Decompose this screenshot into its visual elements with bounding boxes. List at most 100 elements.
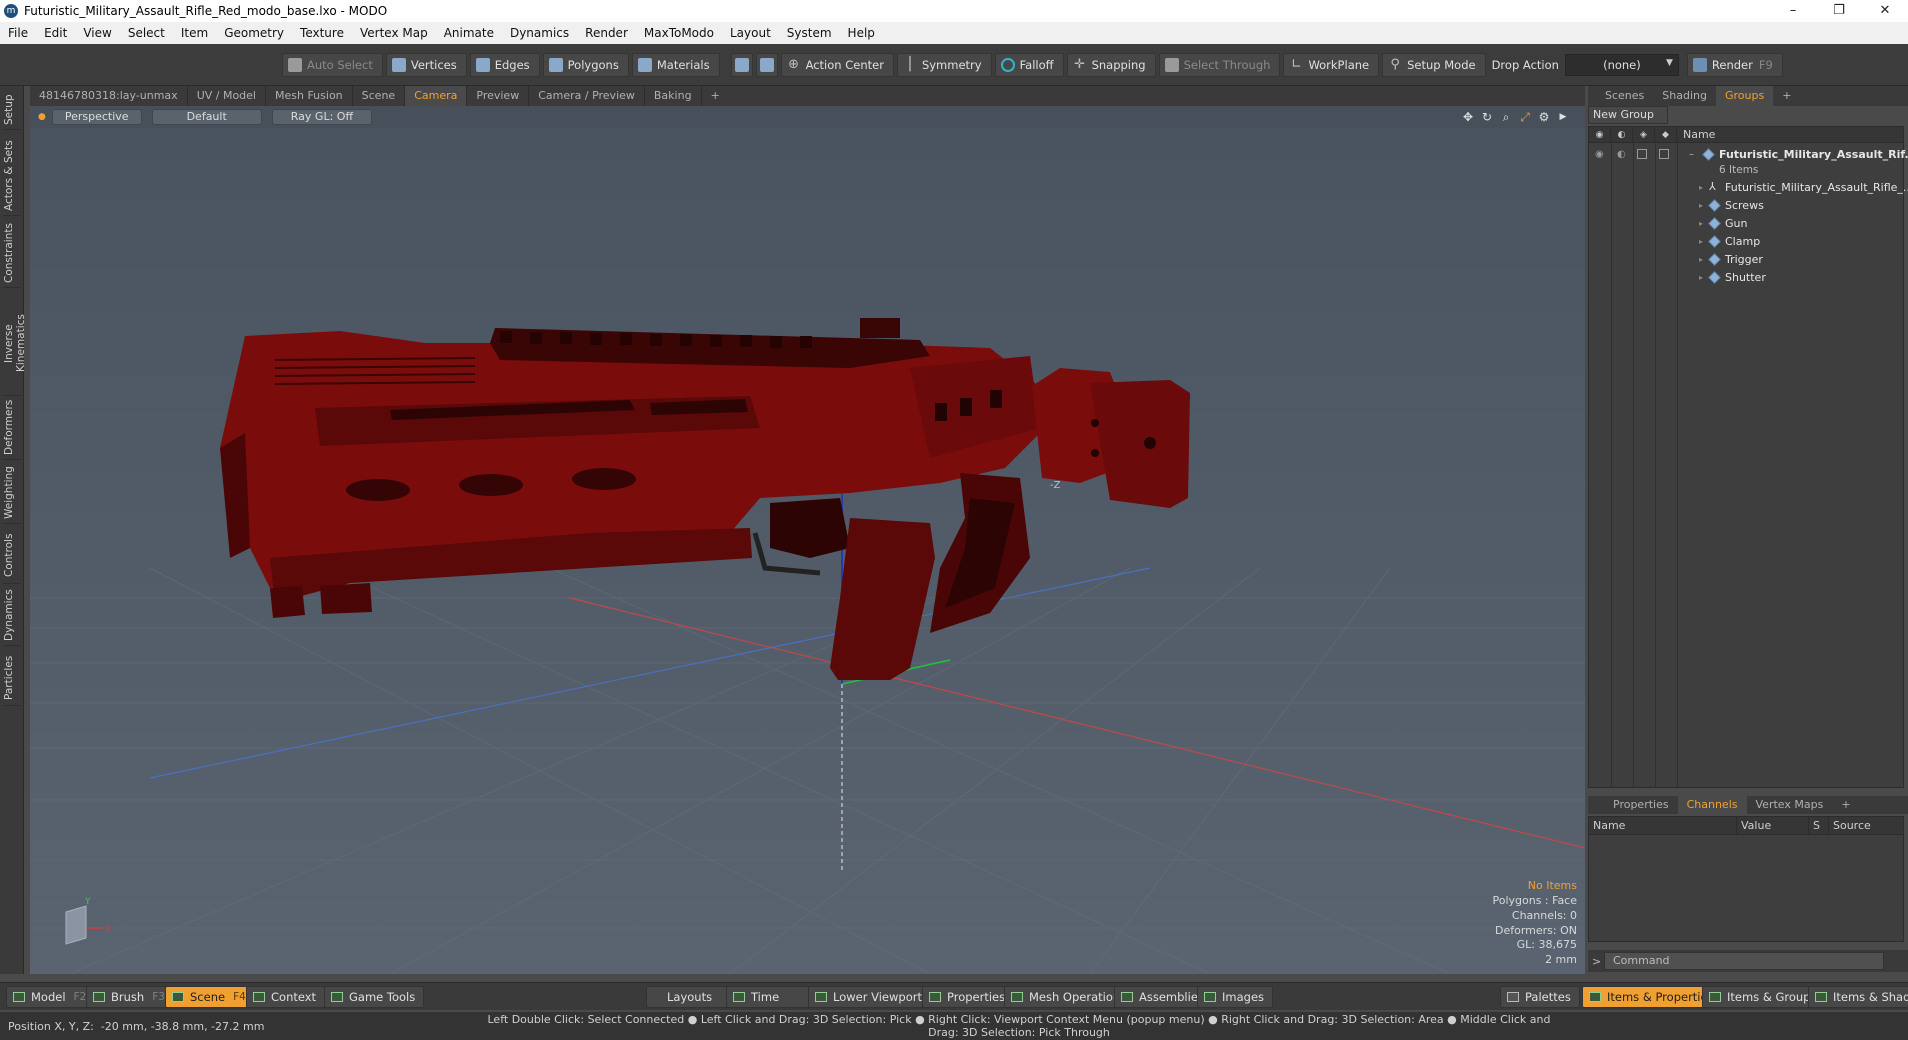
tab-weighting[interactable]: Weighting (3, 464, 21, 524)
tab-deformers[interactable]: Deformers (3, 400, 21, 460)
tab-channels[interactable]: Channels (1677, 795, 1747, 815)
tab-uv-model[interactable]: UV / Model (188, 86, 266, 106)
pan-icon[interactable]: ✥ (1460, 109, 1476, 125)
tab-shading[interactable]: Shading (1653, 86, 1716, 106)
drop-action-select[interactable]: (none) ▼ (1564, 53, 1679, 76)
select-checkbox[interactable] (1659, 149, 1669, 159)
menu-animate[interactable]: Animate (436, 22, 502, 44)
add-properties-tab-button[interactable]: + (1832, 795, 1859, 815)
menu-help[interactable]: Help (840, 22, 883, 44)
minimize-button[interactable]: – (1770, 0, 1816, 22)
action-center-button[interactable]: ⊕ Action Center (780, 52, 894, 77)
tab-scene[interactable]: Scene (353, 86, 406, 106)
raygl-button[interactable]: Ray GL: Off (271, 109, 373, 125)
play-icon[interactable]: ▶ (1555, 109, 1571, 125)
maximize-view-icon[interactable]: ⤢ (1517, 109, 1533, 125)
group-child-row[interactable]: ▸ ⅄ Futuristic_Military_Assault_Rifle_..… (1589, 178, 1908, 196)
tab-constraints[interactable]: Constraints (3, 220, 21, 288)
select-column-icon[interactable]: ◆ (1655, 126, 1677, 143)
tab-dynamics[interactable]: Dynamics (3, 588, 21, 646)
images-button[interactable]: Images (1197, 986, 1274, 1008)
rotate-icon[interactable]: ↻ (1479, 109, 1495, 125)
new-group-button[interactable]: New Group (1588, 106, 1668, 124)
menu-file[interactable]: File (0, 22, 36, 44)
layouts-button[interactable]: Layouts (646, 986, 734, 1008)
eye-column-icon[interactable]: ◉ (1589, 126, 1611, 143)
rifle-model[interactable] (220, 318, 1190, 680)
tab-inverse-kinematics[interactable]: Inverse Kinematics (3, 292, 27, 396)
select-through-button[interactable]: Select Through (1158, 52, 1281, 77)
model-layout-button[interactable]: Model F2 (6, 986, 96, 1008)
group-child-row[interactable]: ▸ Shutter (1589, 268, 1903, 286)
symmetry-button[interactable]: ⎮ Symmetry (896, 52, 992, 77)
menu-maxtomodo[interactable]: MaxToModo (636, 22, 722, 44)
menu-geometry[interactable]: Geometry (216, 22, 292, 44)
menu-select[interactable]: Select (120, 22, 173, 44)
maximize-button[interactable]: ❐ (1816, 0, 1862, 22)
menu-edit[interactable]: Edit (36, 22, 75, 44)
workplane-button[interactable]: ∟ WorkPlane (1283, 52, 1380, 77)
auto-select-button[interactable]: Auto Select (282, 52, 383, 77)
menu-vertex-map[interactable]: Vertex Map (352, 22, 436, 44)
tab-scenes[interactable]: Scenes (1596, 86, 1653, 106)
time-button[interactable]: Time (726, 986, 811, 1008)
tab-baking[interactable]: Baking (645, 86, 702, 106)
menu-system[interactable]: System (779, 22, 840, 44)
group-child-row[interactable]: ▸ Gun (1589, 214, 1903, 232)
vertices-button[interactable]: Vertices (385, 52, 467, 77)
palettes-button[interactable]: Palettes (1500, 986, 1580, 1008)
items-groups-button[interactable]: Items & Groups (1702, 986, 1826, 1008)
view-type-button[interactable]: Perspective (51, 109, 142, 125)
tab-camera[interactable]: Camera (405, 86, 468, 106)
brush-layout-button[interactable]: Brush F3 (86, 986, 174, 1008)
render-toggle-icon[interactable]: ◐ (1617, 149, 1626, 160)
menu-view[interactable]: View (75, 22, 119, 44)
tab-setup[interactable]: Setup (3, 90, 21, 130)
menu-layout[interactable]: Layout (722, 22, 779, 44)
menu-texture[interactable]: Texture (292, 22, 352, 44)
context-layout-button[interactable]: Context (246, 986, 326, 1008)
group-child-row[interactable]: ▸ Clamp (1589, 232, 1903, 250)
group-child-row[interactable]: ▸ Trigger (1589, 250, 1903, 268)
add-panel-tab-button[interactable]: + (1773, 86, 1800, 106)
falloff-button[interactable]: Falloff (994, 52, 1064, 77)
items-shading-button[interactable]: Items & Shading (1808, 986, 1908, 1008)
menu-render[interactable]: Render (577, 22, 636, 44)
lower-viewports-button[interactable]: Lower Viewports (808, 986, 937, 1008)
tab-layout[interactable]: 48146780318:lay-unmax (30, 86, 188, 106)
close-button[interactable]: ✕ (1862, 0, 1908, 22)
tab-controls[interactable]: Controls (3, 528, 21, 584)
tab-particles[interactable]: Particles (3, 650, 21, 706)
setup-mode-button[interactable]: ⚲ Setup Mode (1382, 52, 1486, 77)
materials-button[interactable]: Materials (631, 52, 720, 77)
lock-checkbox[interactable] (1637, 149, 1647, 159)
select-mode-a-button[interactable] (730, 52, 753, 77)
menu-item[interactable]: Item (173, 22, 216, 44)
tab-preview[interactable]: Preview (467, 86, 530, 106)
snapping-button[interactable]: ✛ Snapping (1066, 52, 1156, 77)
tab-groups[interactable]: Groups (1715, 86, 1774, 106)
lock-column-icon[interactable]: ◈ (1633, 126, 1655, 143)
command-input[interactable]: Command (1604, 952, 1884, 970)
3d-viewport[interactable]: -Z Y X No Items Polygons : Face Channels… (30, 128, 1585, 974)
tab-camera-preview[interactable]: Camera / Preview (529, 86, 645, 106)
polygons-button[interactable]: Polygons (542, 52, 629, 77)
zoom-icon[interactable]: ⌕ (1498, 109, 1514, 125)
gear-icon[interactable]: ⚙ (1536, 109, 1552, 125)
edges-button[interactable]: Edges (469, 52, 540, 77)
render-column-icon[interactable]: ◐ (1611, 126, 1633, 143)
tab-mesh-fusion[interactable]: Mesh Fusion (266, 86, 353, 106)
visibility-eye-icon[interactable]: ◉ (1595, 149, 1604, 160)
collapse-icon[interactable]: – (1689, 149, 1694, 160)
add-tab-button[interactable]: + (702, 86, 729, 106)
tab-actors-sets[interactable]: Actors & Sets (3, 136, 21, 216)
tab-properties[interactable]: Properties (1604, 795, 1678, 815)
render-button[interactable]: Render F9 (1686, 52, 1783, 77)
tab-vertex-maps[interactable]: Vertex Maps (1747, 795, 1833, 815)
properties-button[interactable]: Properties (922, 986, 1015, 1008)
game-tools-layout-button[interactable]: Game Tools (324, 986, 425, 1008)
group-child-row[interactable]: ▸ Screws (1589, 196, 1903, 214)
menu-dynamics[interactable]: Dynamics (502, 22, 577, 44)
select-mode-b-button[interactable] (755, 52, 778, 77)
shading-mode-button[interactable]: Default (151, 109, 262, 125)
